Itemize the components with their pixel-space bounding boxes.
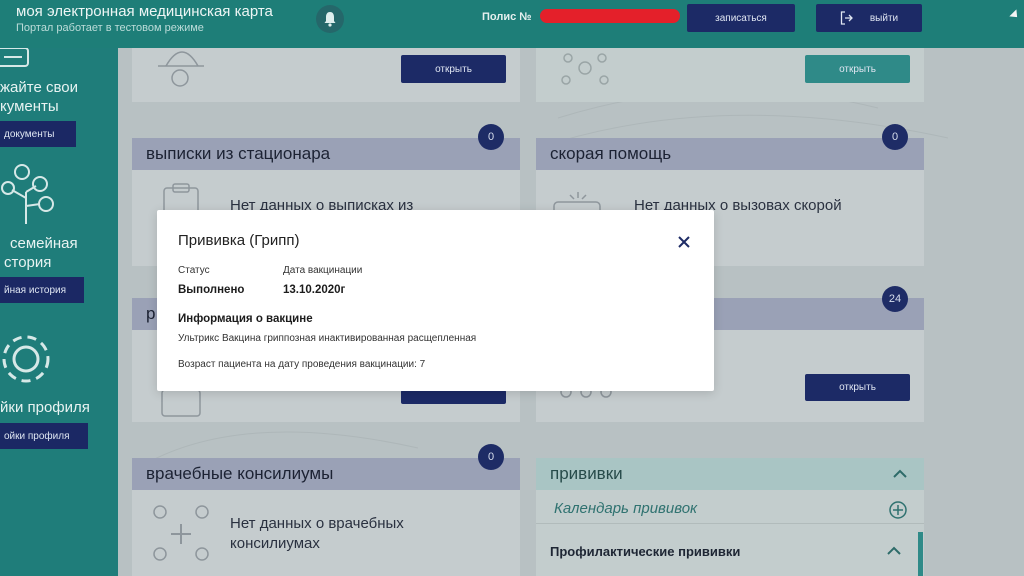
status-label: Статус	[178, 265, 210, 276]
sidebar-profile-text: йки профиля	[0, 399, 90, 416]
vaccination-date-value: 13.10.2020г	[283, 284, 346, 296]
card-top-left: открыть	[132, 48, 520, 102]
policy-label: Полис №	[482, 11, 532, 23]
card-middle-right-count: 24	[882, 286, 908, 312]
vaccine-info-title: Информация о вакцине	[178, 313, 313, 325]
vaccination-date-label: Дата вакцинации	[283, 265, 363, 276]
app-subtitle: Портал работает в тестовом режиме	[16, 22, 204, 34]
close-icon[interactable]	[676, 234, 692, 250]
card-top-right-open-button[interactable]: открыть	[805, 55, 910, 83]
sidebar-family-text-2: стория	[4, 254, 52, 271]
patient-age: Возраст пациента на дату проведения вакц…	[178, 359, 426, 370]
sidebar-profile-button[interactable]: ойки профиля	[0, 423, 88, 449]
cursor-icon	[1009, 9, 1021, 21]
logout-button[interactable]: выйти	[816, 4, 922, 32]
consilium-icon	[153, 505, 209, 561]
documents-icon	[0, 48, 29, 67]
card-vaccinations-title: прививки	[536, 458, 924, 490]
notifications-button[interactable]	[316, 5, 344, 33]
family-tree-icon	[1, 164, 54, 224]
card-top-left-icon	[158, 51, 204, 87]
vaccination-details-modal: Прививка (Грипп) Статус Дата вакцинации …	[157, 210, 714, 391]
appointment-button[interactable]: записаться	[687, 4, 795, 32]
sidebar-documents-text-2: кументы	[0, 98, 59, 115]
card-ambulance-title: скорая помощь	[536, 138, 924, 170]
logout-icon	[840, 11, 853, 25]
sidebar-family-button[interactable]: йная история	[0, 277, 84, 303]
sidebar-documents-text-1: жайте свои	[0, 79, 78, 96]
sidebar-documents-button[interactable]: документы	[0, 121, 76, 147]
top-bar: моя электронная медицинская карта Портал…	[0, 0, 1024, 48]
card-consilium: врачебные консилиумы Нет данных о врачеб…	[132, 458, 520, 576]
card-consilium-title: врачебные консилиумы	[132, 458, 520, 490]
scrollbar[interactable]	[918, 532, 923, 576]
status-value: Выполнено	[178, 284, 245, 296]
chevron-up-icon[interactable]	[886, 546, 902, 556]
sidebar: жайте свои кументы документы семейная ст…	[0, 48, 118, 576]
preventive-vaccinations-label: Профилактические прививки	[550, 544, 741, 559]
card-middle-right-open-button[interactable]: открыть	[805, 374, 910, 401]
card-consilium-empty-text-1: Нет данных о врачебных	[230, 515, 404, 532]
chevron-up-icon[interactable]	[892, 469, 908, 479]
card-ambulance-count: 0	[882, 124, 908, 150]
vaccine-name: Ультрикс Вакцина гриппозная инактивирова…	[178, 333, 477, 344]
card-top-right: открыть	[536, 48, 924, 102]
modal-title: Прививка (Грипп)	[178, 232, 300, 249]
card-top-left-open-button[interactable]: открыть	[401, 55, 506, 83]
preventive-vaccinations-row[interactable]: Профилактические прививки	[536, 536, 924, 566]
card-top-right-icon	[561, 53, 609, 85]
card-middle-left-open-button[interactable]	[401, 390, 506, 404]
redacted-policy-number	[540, 9, 680, 23]
card-vaccinations: прививки Календарь прививок Профилактиче…	[536, 458, 924, 576]
card-discharge-count: 0	[478, 124, 504, 150]
card-consilium-empty-text-2: консилиумах	[230, 535, 320, 552]
card-middle-left-icon	[161, 390, 201, 417]
gear-icon	[2, 335, 50, 383]
bell-icon	[324, 12, 336, 27]
app-title: моя электронная медицинская карта	[16, 3, 273, 20]
plus-circle-icon[interactable]	[888, 500, 908, 520]
vaccination-calendar-label: Календарь прививок	[554, 500, 698, 517]
card-discharge-title: выписки из стационара	[132, 138, 520, 170]
vaccination-calendar-row[interactable]: Календарь прививок	[536, 494, 924, 524]
sidebar-family-text-1: семейная	[10, 235, 78, 252]
card-consilium-count: 0	[478, 444, 504, 470]
logout-label: выйти	[869, 12, 899, 24]
